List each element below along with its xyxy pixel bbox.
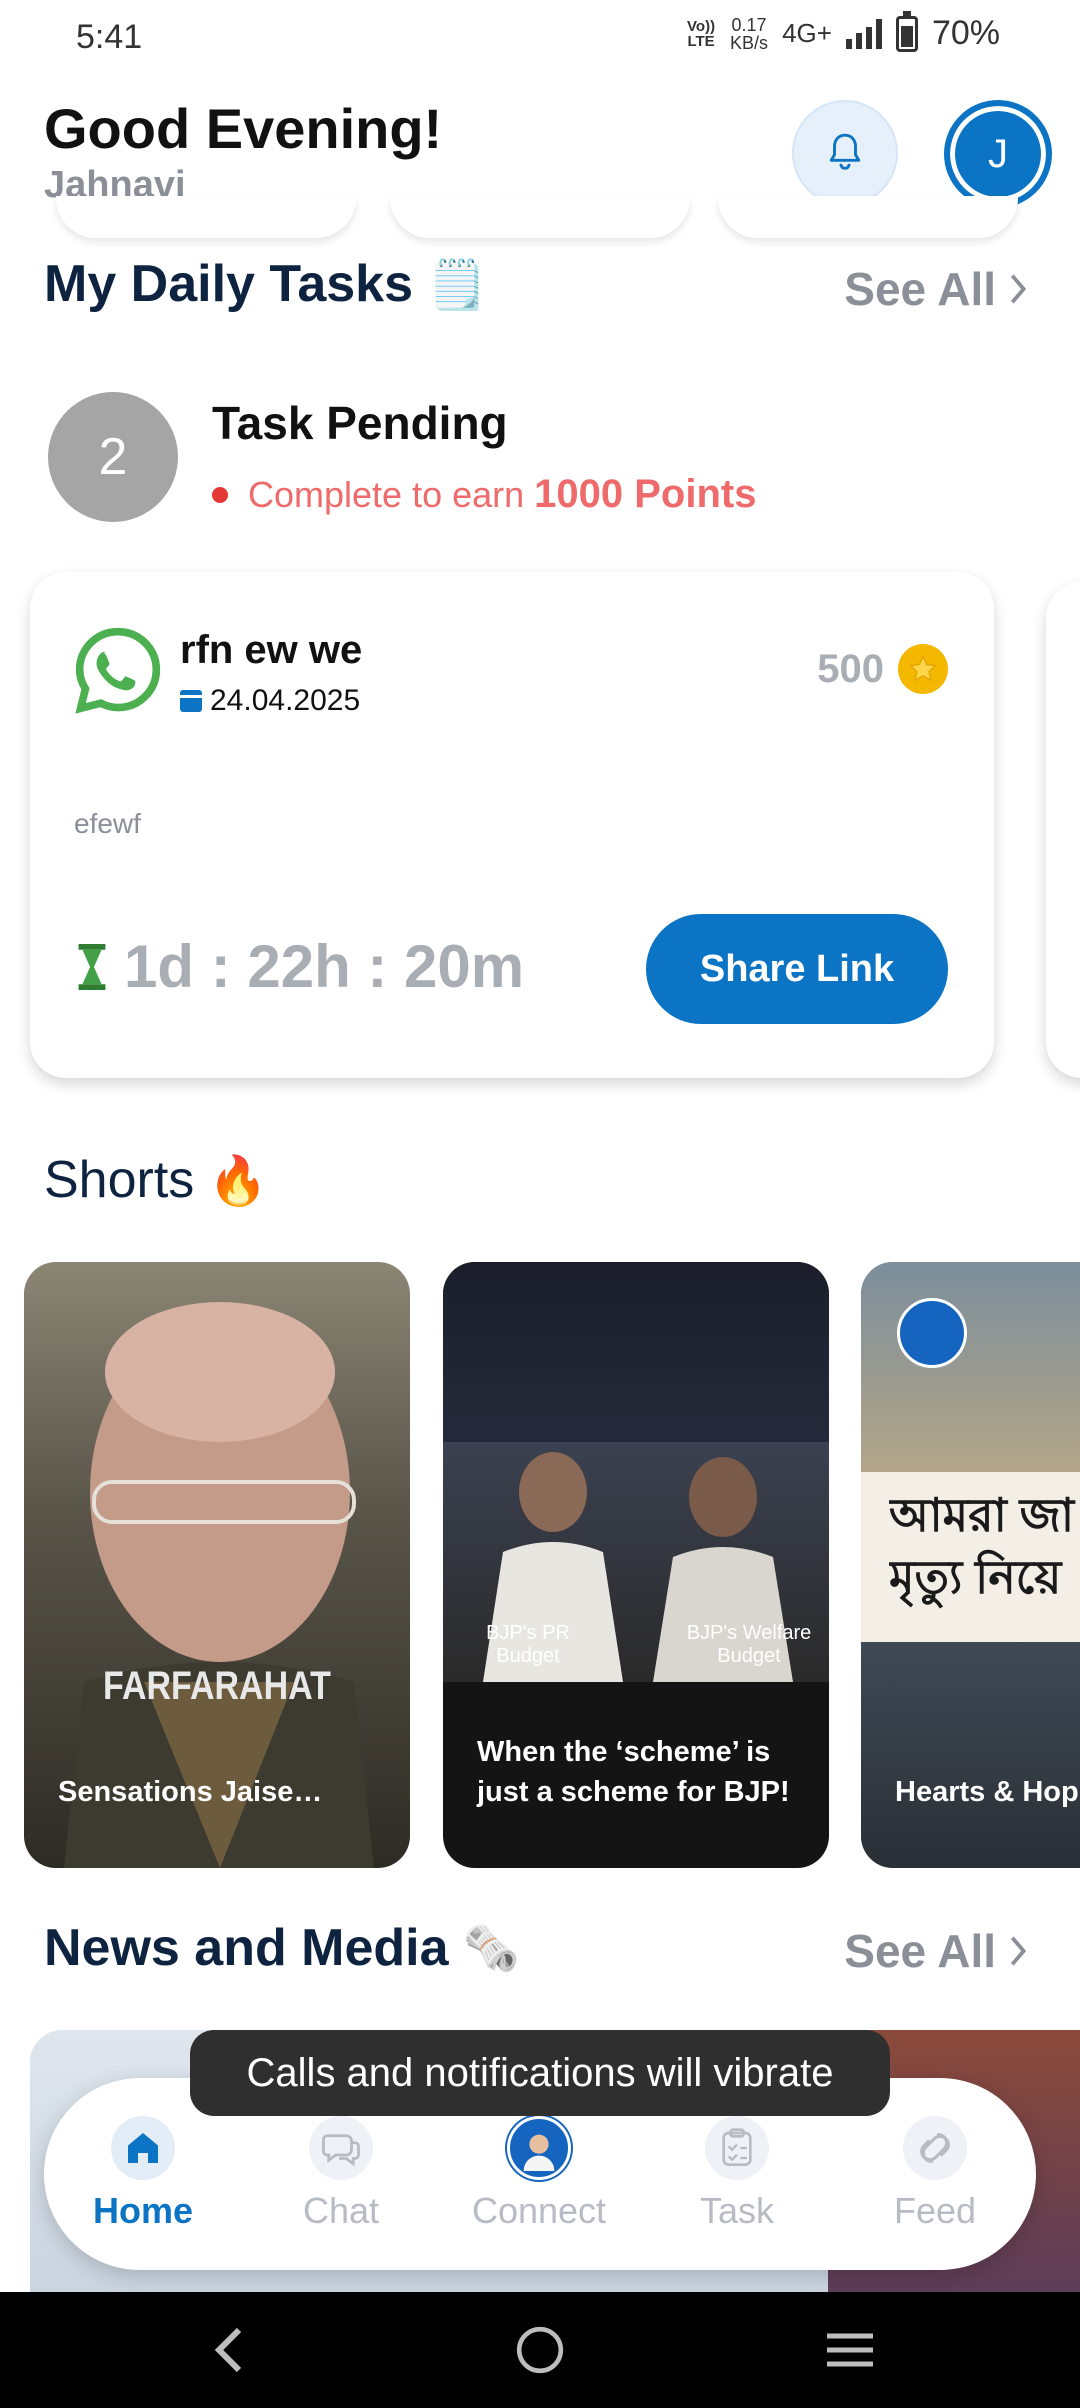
home-icon [111,2116,175,2180]
short-caption: Hearts & Hop [895,1776,1079,1808]
shorts-heading: Shorts 🔥 [44,1150,268,1210]
status-bar: 5:41 Vo)) LTE 0.17 KB/s 4G+ 70% [0,0,1080,80]
hourglass-icon [78,943,106,990]
short-overlay-text: FARFARAHAT [103,1664,331,1708]
task-date-text: 24.04.2025 [210,684,361,717]
timer-text: 1d : 22h : 20m [124,933,525,1000]
circle-home-icon [516,2326,564,2374]
peek-card[interactable] [718,196,1018,238]
nav-label: Home [92,2190,194,2231]
toast-message: Calls and notifications will vibrate [190,2030,890,2116]
short-card[interactable]: BJP's PR Budget BJP's Welfare Budget Whe… [443,1262,829,1868]
newspaper-icon: 🗞️ [462,1921,520,1974]
daily-tasks-see-all[interactable]: See All [844,262,1028,316]
nav-label: Task [699,2190,775,2231]
clipboard-icon [705,2116,769,2180]
whatsapp-icon [75,627,161,714]
avatar-initial: J [988,131,1008,176]
see-all-label: See All [844,1925,996,1977]
short-overlay-text: আমরা জা মৃত্যু নিয়ে [889,1489,1075,1603]
nav-connect[interactable]: Connect [464,2116,614,2232]
chevron-right-icon [1010,1936,1027,1966]
back-button[interactable] [198,2322,258,2378]
channel-avatar [897,1298,967,1368]
nav-label: Feed [893,2190,977,2231]
network-speed: 0.17 KB/s [730,14,769,53]
status-icons: Vo)) LTE 0.17 KB/s 4G+ 70% [686,10,1000,53]
profile-avatar-button[interactable]: J [944,100,1052,208]
news-heading: News and Media 🗞️ [44,1918,520,1978]
meme-label-left: BJP's PR Budget [486,1622,570,1667]
fire-icon: 🔥 [208,1154,269,1208]
notepad-icon: 🗒️ [427,258,487,312]
short-card[interactable]: FARFARAHAT Sensations Jaise… [24,1262,410,1868]
connect-avatar-icon [507,2116,571,2180]
daily-tasks-title: My Daily Tasks [44,255,414,313]
news-title: News and Media [44,1919,449,1977]
news-see-all[interactable]: See All [844,1924,1028,1978]
task-title: rfn ew we [180,628,363,672]
network-type: 4G+ [782,18,832,48]
task-points: 500 [817,644,948,694]
meme-label-right: BJP's Welfare Budget [686,1622,812,1667]
next-task-card[interactable] [1046,582,1080,1078]
calendar-icon [180,690,202,712]
battery-icon [895,10,918,52]
pending-subtitle: Complete to earn 1000 Points [212,472,756,517]
notifications-button[interactable] [792,100,898,206]
chevron-right-icon [1010,274,1027,304]
back-chevron-icon [214,2327,242,2373]
short-thumbnail [443,1262,829,1442]
system-navigation-bar [0,2292,1080,2408]
pending-dot [212,487,228,503]
menu-lines-icon [827,2333,873,2367]
signal-icon [845,18,882,49]
short-thumbnail [861,1262,1080,1472]
nav-chat[interactable]: Chat [266,2116,416,2232]
volte-indicator: Vo)) LTE [687,17,716,50]
task-timer: 1d : 22h : 20m [78,932,524,1001]
task-date: 24.04.2025 [180,684,360,718]
pending-sub-text: Complete to earn [248,474,525,515]
nav-home[interactable]: Home [68,2116,218,2232]
battery-percent: 70% [931,14,1000,52]
peek-card[interactable] [56,196,356,238]
nav-label: Chat [302,2190,380,2231]
status-time: 5:41 [76,18,143,56]
chat-icon [309,2116,373,2180]
feed-icon [903,2116,967,2180]
nav-task[interactable]: Task [662,2116,812,2232]
nav-label: Connect [471,2190,607,2231]
pending-count-badge: 2 [48,392,178,522]
bell-icon [829,133,861,170]
recents-button[interactable] [820,2322,880,2378]
short-card[interactable]: আমরা জা মৃত্যু নিয়ে Hearts & Hop [861,1262,1080,1868]
daily-tasks-heading: My Daily Tasks 🗒️ [44,254,487,314]
task-description: efewf [74,808,141,839]
shorts-title: Shorts [44,1151,195,1209]
short-caption: When the ‘scheme’ is just a scheme for B… [477,1736,790,1808]
pending-points: 1000 Points [534,472,757,516]
coin-icon [898,644,948,694]
peek-card[interactable] [390,196,690,238]
short-caption: Sensations Jaise… [58,1776,323,1808]
task-points-value: 500 [817,646,884,691]
task-card[interactable]: rfn ew we 24.04.2025 500 efewf 1d : 22h … [30,572,994,1078]
see-all-label: See All [844,263,996,315]
greeting-title: Good Evening! [44,97,443,160]
pending-title: Task Pending [212,397,508,449]
home-system-button[interactable] [510,2322,570,2378]
short-thumbnail [861,1642,1080,1868]
share-link-button[interactable]: Share Link [646,914,948,1024]
nav-feed[interactable]: Feed [860,2116,1010,2232]
